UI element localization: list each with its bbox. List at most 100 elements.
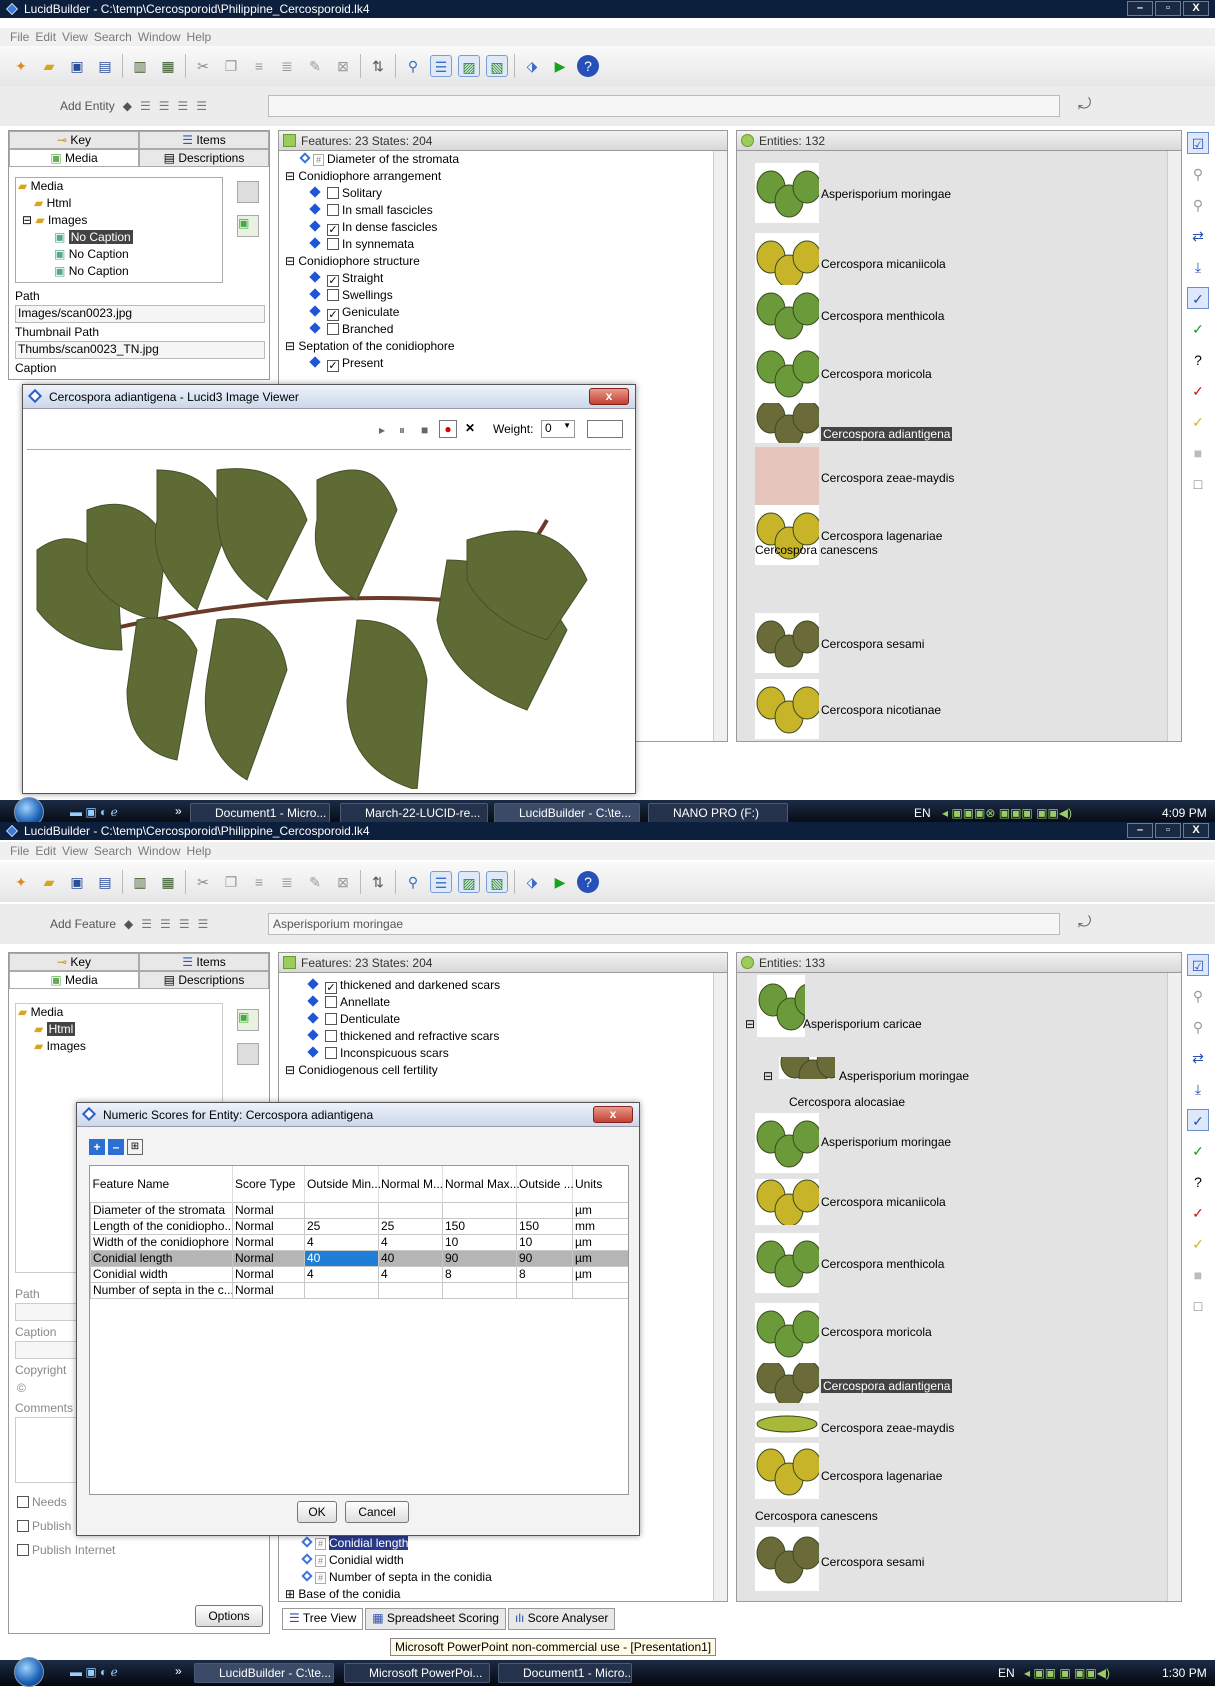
tag-icon[interactable]: ⬗ bbox=[521, 871, 543, 893]
column-header[interactable]: Score Type bbox=[232, 1166, 305, 1202]
weight-select[interactable]: 0 ▼ bbox=[541, 420, 575, 438]
table-cell[interactable]: 4 bbox=[304, 1265, 379, 1283]
specimen-thumbnail[interactable] bbox=[755, 613, 819, 673]
table-cell[interactable]: Normal bbox=[232, 1233, 305, 1251]
tree-node-image-1[interactable]: ▣ No Caption bbox=[18, 229, 222, 246]
table-cell[interactable]: Length of the conidiopho... bbox=[90, 1217, 233, 1235]
feature-row[interactable]: ⊟ Conidiophore structure bbox=[285, 253, 727, 270]
table-cell[interactable]: 25 bbox=[378, 1217, 443, 1235]
key-pointer-icon[interactable]: ⚲ bbox=[1187, 163, 1209, 185]
table-cell[interactable] bbox=[572, 1281, 628, 1299]
checkmark-icon[interactable]: ✓ bbox=[1187, 1109, 1209, 1131]
feature-base-of-conidia[interactable]: ⊞ Base of the conidia bbox=[285, 1586, 705, 1603]
feature-group-row[interactable]: ⊟ Conidiogenous cell fertility bbox=[279, 1062, 727, 1079]
feature-state-row[interactable]: Annellate bbox=[307, 994, 727, 1011]
table-row[interactable]: Conidial width Normal 4 4 8 8 µm bbox=[90, 1265, 628, 1283]
specimen-thumbnail[interactable] bbox=[755, 233, 819, 293]
entity-name-field[interactable] bbox=[268, 95, 1060, 117]
entity-item[interactable]: Cercospora micaniicola bbox=[821, 257, 946, 271]
menu-view[interactable]: View bbox=[62, 844, 88, 858]
select-icon[interactable]: ☑ bbox=[1187, 132, 1209, 154]
specimen-thumbnail[interactable] bbox=[757, 975, 805, 1037]
needs-checkbox[interactable]: Needs bbox=[17, 1495, 67, 1509]
close-button[interactable]: X bbox=[1183, 1, 1209, 16]
specimen-thumbnail[interactable] bbox=[755, 163, 819, 223]
collapse-icon[interactable]: ⊟ bbox=[763, 1069, 773, 1083]
state-checkbox[interactable] bbox=[327, 323, 339, 335]
column-header[interactable]: Normal M... bbox=[378, 1166, 443, 1202]
feature-state-row[interactable]: ✓ thickened and darkened scars bbox=[307, 977, 727, 994]
table-cell[interactable]: 150 bbox=[516, 1217, 573, 1235]
swap-icon[interactable]: ⇄ bbox=[1187, 225, 1209, 247]
delete-icon[interactable]: ⊠ bbox=[332, 55, 354, 77]
entity-item[interactable]: Cercospora canescens bbox=[755, 1509, 878, 1523]
features-scrollbar[interactable] bbox=[713, 973, 727, 1601]
table-cell[interactable]: 8 bbox=[516, 1265, 573, 1283]
record-icon[interactable]: ● bbox=[439, 420, 457, 438]
help-icon[interactable]: ? bbox=[577, 55, 599, 77]
specimen-thumbnail[interactable] bbox=[755, 1363, 819, 1403]
add-media-button[interactable]: ▣ bbox=[237, 1009, 259, 1031]
entity-item[interactable]: Cercospora alocasiae bbox=[789, 1095, 905, 1109]
table-cell[interactable]: Normal bbox=[232, 1249, 305, 1267]
feature-row[interactable]: Solitary bbox=[285, 185, 727, 202]
menu-search[interactable]: Search bbox=[94, 844, 132, 858]
tree-node-images[interactable]: ⊟ ▰ Images bbox=[18, 212, 222, 229]
tree-node-images[interactable]: ▰ Images bbox=[18, 1038, 222, 1055]
state-checkbox[interactable] bbox=[325, 1047, 337, 1059]
find-icon[interactable]: ⚲ bbox=[402, 55, 424, 77]
download-icon[interactable]: ⤓ bbox=[1187, 1078, 1209, 1100]
feature-row[interactable]: In synnemata bbox=[285, 236, 727, 253]
minimize-button[interactable]: – bbox=[1127, 823, 1153, 838]
table-cell[interactable]: 40 bbox=[378, 1249, 443, 1267]
table-cell[interactable]: µm bbox=[572, 1201, 628, 1219]
table-cell[interactable] bbox=[378, 1201, 443, 1219]
specimen-thumbnail[interactable] bbox=[755, 1411, 819, 1437]
image-edit-icon[interactable]: ▧ bbox=[486, 871, 508, 893]
remove-media-button[interactable] bbox=[237, 1043, 259, 1065]
image-icon[interactable]: ▨ bbox=[458, 871, 480, 893]
task-document1[interactable]: Document1 - Micro... bbox=[190, 803, 330, 823]
indent-child-icon[interactable]: ☰ bbox=[160, 917, 171, 931]
feature-row[interactable]: # Diameter of the stromata bbox=[285, 151, 727, 168]
checkmark-icon[interactable]: ✓ bbox=[1187, 287, 1209, 309]
copy-icon[interactable]: ❐ bbox=[220, 871, 242, 893]
tree-node-media[interactable]: ▰ Media bbox=[18, 178, 222, 195]
table-cell[interactable]: Diameter of the stromata bbox=[90, 1201, 233, 1219]
maximize-button[interactable]: ▫ bbox=[1155, 1, 1181, 16]
feature-state-row[interactable]: Inconspicuous scars bbox=[307, 1045, 727, 1062]
language-indicator[interactable]: EN bbox=[998, 1666, 1015, 1680]
specimen-thumbnail[interactable] bbox=[755, 285, 819, 345]
state-checkbox[interactable] bbox=[327, 187, 339, 199]
table-cell[interactable]: 10 bbox=[516, 1233, 573, 1251]
feature-row[interactable]: ✓ Geniculate bbox=[285, 304, 727, 321]
tree-view-icon[interactable]: ☰ bbox=[430, 871, 452, 893]
tab-items[interactable]: ☰ Items bbox=[139, 131, 269, 149]
question-icon[interactable]: ? bbox=[1187, 349, 1209, 371]
help-icon[interactable]: ? bbox=[577, 871, 599, 893]
entity-item[interactable]: Cercospora menthicola bbox=[821, 1257, 944, 1271]
feature-septa-number[interactable]: # Number of septa in the conidia bbox=[285, 1569, 705, 1586]
entity-item[interactable]: Asperisporium caricae bbox=[803, 1017, 922, 1031]
question-icon[interactable]: ? bbox=[1187, 1171, 1209, 1193]
tray-icons[interactable]: ◂ ▣▣ ▣ ▣▣◀) bbox=[1024, 1666, 1110, 1680]
media-button[interactable] bbox=[237, 181, 259, 203]
state-checkbox[interactable]: ✓ bbox=[327, 309, 339, 321]
outdent-icon[interactable]: ☰ bbox=[179, 917, 190, 931]
gray-square-icon[interactable]: ■ bbox=[1187, 442, 1209, 464]
table-cell[interactable]: Conidial width bbox=[90, 1265, 233, 1283]
table-cell[interactable]: 8 bbox=[442, 1265, 517, 1283]
quicklaunch-more-icon[interactable]: » bbox=[175, 804, 182, 818]
feature-conidial-width[interactable]: # Conidial width bbox=[285, 1552, 705, 1569]
entity-item[interactable]: Cercospora lagenariae bbox=[821, 529, 942, 543]
tree-node-image-2[interactable]: ▣ No Caption bbox=[18, 246, 222, 263]
specimen-thumbnail[interactable] bbox=[755, 1443, 819, 1499]
table-cell[interactable]: µm bbox=[572, 1233, 628, 1251]
specimen-thumbnail[interactable] bbox=[755, 1303, 819, 1363]
menu-file[interactable]: File bbox=[10, 844, 29, 858]
collapse-icon[interactable]: ⊟ bbox=[745, 1017, 755, 1031]
stop-icon[interactable]: ■ bbox=[421, 423, 428, 437]
tree-node-media[interactable]: ▰ Media bbox=[18, 1004, 222, 1021]
run-icon[interactable]: ▶ bbox=[549, 55, 571, 77]
table-row[interactable]: Diameter of the stromata Normal µm bbox=[90, 1201, 628, 1219]
